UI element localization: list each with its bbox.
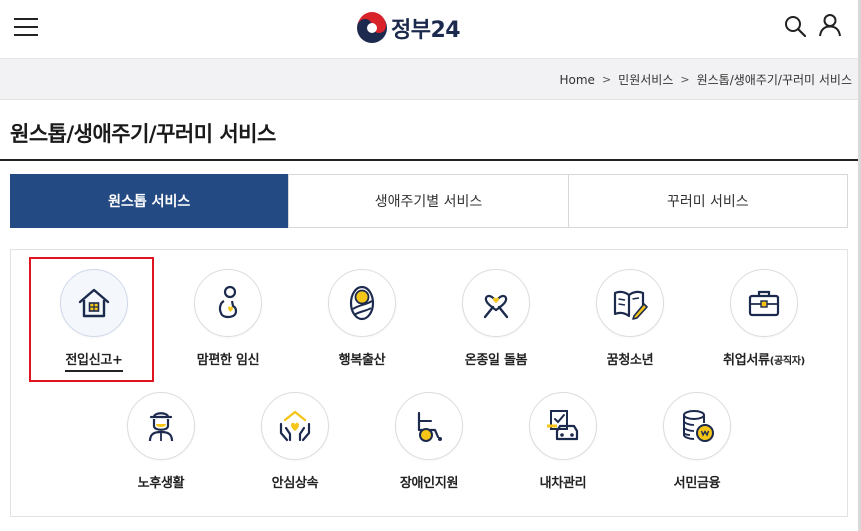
service-label: 맘편한 임신 [196,353,260,368]
page-frame: 정부24 Home > 민원서비스 > 원스톱/생애주기/꾸러미 서비스 원스톱… [0,0,858,531]
service-label: 장애인지원 [399,476,459,491]
house-icon [78,288,110,318]
service-icon-circle [730,269,798,337]
service-label: 전입신고+ [65,349,123,372]
breadcrumb: Home > 민원서비스 > 원스톱/생애주기/꾸러미 서비스 [560,71,853,88]
service-label: 노후생활 [137,476,185,491]
tab-lifecycle[interactable]: 생애주기별 서비스 [289,175,569,227]
wheelchair-icon [417,411,442,442]
open-book-pen-icon [613,290,648,320]
breadcrumb-civil-service[interactable]: 민원서비스 [618,71,673,88]
service-employment-docs[interactable]: 취업서류(공직자) [694,269,834,368]
search-icon[interactable] [784,15,806,37]
site-header: 정부24 [0,0,858,58]
service-label: 온종일 돌봄 [464,353,528,368]
tab-onestop[interactable]: 원스톱 서비스 [10,174,290,228]
tab-package[interactable]: 꾸러미 서비스 [569,175,847,227]
service-icon-circle [596,269,664,337]
breadcrumb-separator: > [680,73,690,86]
service-label: 안심상속 [271,476,319,491]
service-icon-circle [328,269,396,337]
service-icon-circle [60,269,128,337]
service-move-in-report[interactable]: 전입신고+ [24,269,164,372]
taegeuk-logo-icon [357,12,387,43]
service-icon-circle [261,392,329,460]
briefcase-icon [748,290,780,317]
service-pregnancy[interactable]: 맘편한 임신 [158,269,298,368]
service-car-management[interactable]: 내차관리 [493,392,633,491]
service-icon-circle [663,392,731,460]
service-public-finance[interactable]: 서민금융 [627,392,767,491]
service-icon-circle [462,269,530,337]
service-inheritance[interactable]: 안심상속 [225,392,365,491]
service-label: 꿈청소년 [606,353,654,368]
hands-heart-icon [279,410,311,442]
service-label-main: 취업서류 [723,353,770,368]
service-label: 서민금융 [673,476,721,491]
breadcrumb-bar: Home > 민원서비스 > 원스톱/생애주기/꾸러미 서비스 [0,58,858,100]
service-childcare[interactable]: 온종일 돌봄 [426,269,566,368]
service-label: 취업서류(공직자) [694,349,834,368]
service-youth[interactable]: 꿈청소년 [560,269,700,368]
ribbon-heart-icon [483,294,509,319]
service-label-suffix: (공직자) [769,356,806,367]
service-label: 내차관리 [539,476,587,491]
swaddled-baby-icon [349,285,375,321]
service-birth[interactable]: 행복출산 [292,269,432,368]
title-divider [0,159,858,161]
elderly-man-icon [148,412,174,442]
service-disability-support[interactable]: 장애인지원 [359,392,499,491]
service-tabs: 원스톱 서비스 생애주기별 서비스 꾸러미 서비스 [10,174,848,228]
pregnant-woman-icon [218,285,238,319]
logo-text: 정부24 [391,18,461,43]
service-icon-circle [194,269,262,337]
service-icon-circle [395,392,463,460]
breadcrumb-current[interactable]: 원스톱/생애주기/꾸러미 서비스 [697,71,852,88]
service-icon-circle [529,392,597,460]
breadcrumb-home[interactable]: Home [560,73,595,87]
coins-icon [683,410,714,442]
breadcrumb-separator: > [601,73,612,86]
service-label: 행복출산 [338,353,386,368]
page-title: 원스톱/생애주기/꾸러미 서비스 [10,122,276,146]
service-retirement[interactable]: 노후생활 [91,392,231,491]
car-checklist-icon [547,410,579,441]
service-icon-circle [127,392,195,460]
site-logo[interactable]: 정부24 [356,11,461,45]
menu-icon[interactable] [14,18,38,38]
user-icon[interactable] [818,13,842,37]
